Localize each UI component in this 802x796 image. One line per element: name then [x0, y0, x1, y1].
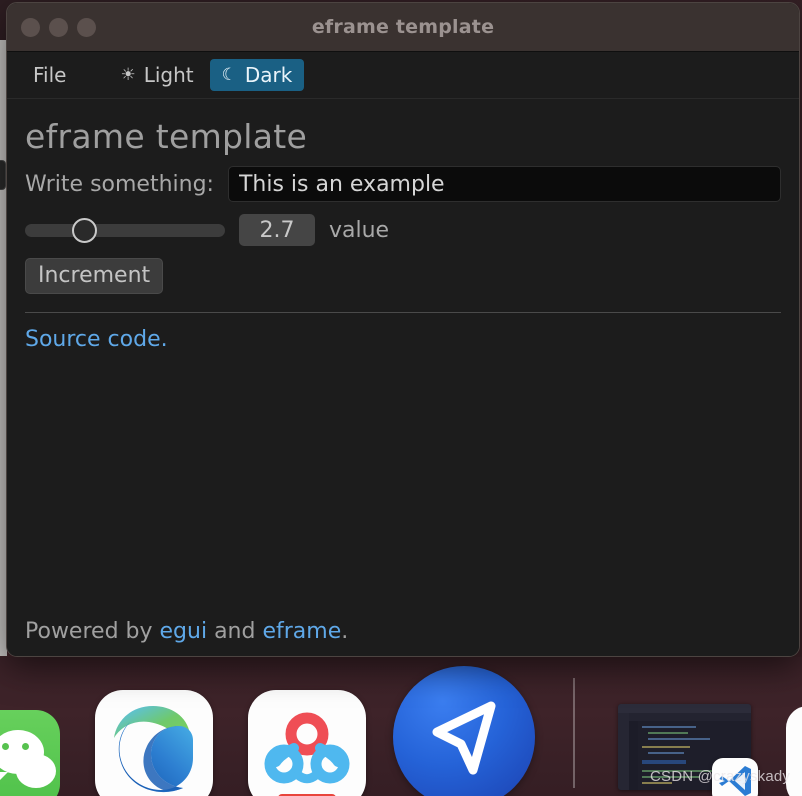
theme-button-dark-label: Dark [244, 63, 293, 87]
value-label: value [329, 217, 390, 243]
menu-item-file-label: File [33, 63, 67, 87]
write-something-input[interactable] [227, 166, 781, 202]
close-button[interactable] [21, 17, 40, 37]
footer-middle: and [207, 619, 263, 644]
increment-row: Increment [25, 258, 781, 294]
footer-suffix: . [341, 619, 349, 644]
text-input-row: Write something: [25, 166, 781, 202]
footer-prefix: Powered by [25, 619, 160, 644]
central-panel: eframe template Write something: 2.7 val… [7, 99, 799, 656]
dock-item-telegram[interactable] [393, 666, 535, 796]
baidu-netdisk-icon [264, 712, 350, 784]
window-title: eframe template [311, 16, 495, 38]
value-slider[interactable] [25, 218, 225, 243]
eframe-window[interactable]: eframe template File ☀ Light ☾ Dark efra… [6, 2, 800, 657]
dock-separator [573, 678, 575, 788]
theme-button-light[interactable]: ☀ Light [108, 59, 205, 91]
sun-icon: ☀ [120, 64, 136, 85]
increment-button[interactable]: Increment [25, 258, 164, 294]
dock-item-edge[interactable] [95, 690, 213, 796]
screen: CSDN @crazyskady eframe template File ☀ … [0, 0, 802, 796]
window-titlebar[interactable]: eframe template [7, 3, 799, 52]
telegram-icon [432, 701, 496, 775]
footer-credit: Powered by egui and eframe. [25, 619, 348, 644]
theme-button-light-label: Light [143, 63, 194, 87]
menubar[interactable]: File ☀ Light ☾ Dark [7, 52, 799, 99]
menu-item-file[interactable]: File [21, 59, 78, 91]
csdn-watermark: CSDN @crazyskady [650, 768, 791, 785]
wechat-icon-small [16, 754, 56, 788]
page-title: eframe template [25, 117, 308, 156]
write-something-label: Write something: [25, 171, 214, 197]
value-drag-field[interactable]: 2.7 [239, 214, 315, 246]
traffic-lights[interactable] [21, 3, 96, 51]
edge-icon [114, 706, 193, 793]
minimize-button[interactable] [49, 17, 68, 37]
eframe-link[interactable]: eframe [262, 619, 341, 644]
source-code-link[interactable]: Source code. [25, 327, 168, 352]
slider-row: 2.7 value [25, 214, 781, 246]
theme-button-dark[interactable]: ☾ Dark [209, 59, 305, 91]
egui-link[interactable]: egui [160, 619, 208, 644]
moon-icon: ☾ [221, 64, 237, 85]
slider-handle[interactable] [72, 218, 97, 243]
dock-item-wechat[interactable] [0, 710, 60, 796]
dock-item-baidu-netdisk[interactable] [248, 690, 366, 796]
slider-track[interactable] [25, 224, 225, 237]
separator [25, 311, 781, 313]
zoom-button[interactable] [77, 17, 96, 37]
